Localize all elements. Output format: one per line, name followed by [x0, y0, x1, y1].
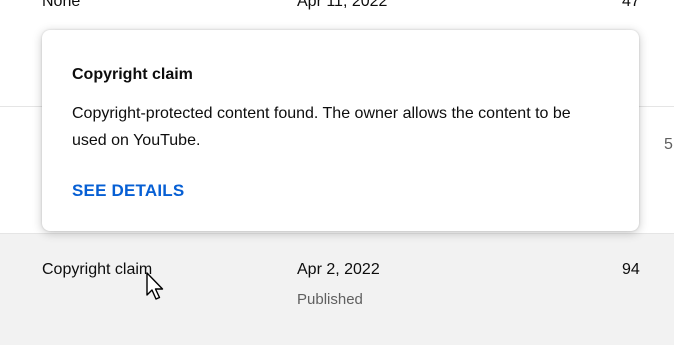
arrow-pointer-icon [146, 272, 164, 300]
views-cell: 5 [664, 136, 673, 153]
popup-description: Copyright-protected content found. The o… [72, 105, 571, 149]
restriction-cell[interactable]: Copyright claim [42, 260, 152, 280]
popup-title: Copyright claim [72, 66, 193, 83]
views-cell: 47 [622, 0, 640, 10]
date-cell: Apr 2, 2022 [297, 261, 380, 278]
see-details-link[interactable]: SEE DETAILS [72, 181, 184, 201]
visibility-status: Published [297, 291, 363, 308]
copyright-claim-popup: Copyright claim Copyright-protected cont… [42, 30, 639, 231]
date-cell: Apr 11, 2022 [297, 0, 388, 10]
restriction-cell: None [42, 0, 81, 10]
table-row[interactable]: Copyright claim Apr 2, 2022 Published 94 [0, 234, 674, 345]
views-cell: 94 [622, 261, 640, 278]
